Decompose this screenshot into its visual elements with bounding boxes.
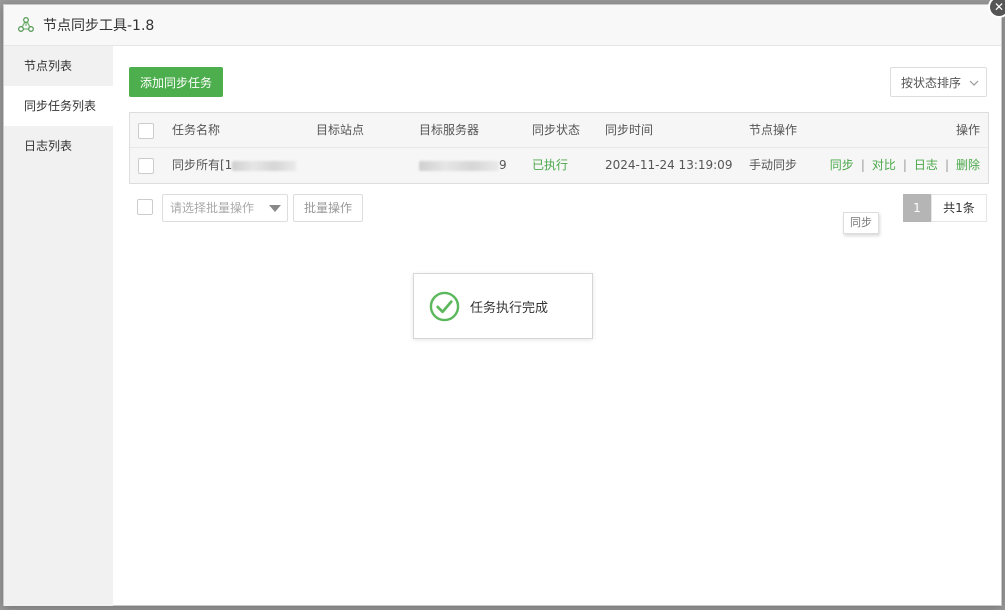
compare-action-link[interactable]: 对比 — [872, 158, 896, 172]
redacted-text — [419, 160, 499, 171]
header-target-server: 目标服务器 — [419, 123, 480, 137]
sync-tool-dialog: 节点同步工具-1.8 ✕ 节点列表 同步任务列表 日志列表 添加同步任务 按状态… — [3, 0, 1005, 606]
sidebar-item-label: 同步任务列表 — [24, 99, 97, 113]
header-sync-status: 同步状态 — [532, 123, 581, 137]
sidebar-item-node-list[interactable]: 节点列表 — [4, 46, 113, 86]
main-content: 添加同步任务 按状态排序 任务名称 目标站点 目标服务器 同步状态 同步时间 节… — [113, 46, 1001, 605]
header-task-name: 任务名称 — [172, 123, 221, 137]
select-all-checkbox[interactable] — [138, 123, 154, 139]
sync-tooltip: 同步 — [843, 212, 879, 234]
dialog-title: 节点同步工具-1.8 — [43, 18, 155, 34]
action-separator: | — [944, 158, 949, 172]
target-server-suffix: 9 — [499, 158, 507, 172]
log-action-link[interactable]: 日志 — [914, 158, 938, 172]
task-name-text: 同步所有[1 — [172, 158, 233, 172]
header-target-site: 目标站点 — [316, 123, 365, 137]
action-separator: | — [902, 158, 907, 172]
batch-operation-select[interactable]: 请选择批量操作 — [162, 194, 288, 222]
status-badge: 已执行 — [532, 158, 569, 172]
sidebar-item-label: 节点列表 — [24, 59, 73, 73]
toast-message: 任务执行完成 — [470, 300, 549, 316]
dialog-titlebar: 节点同步工具-1.8 — [4, 5, 1001, 46]
sidebar-item-sync-task-list[interactable]: 同步任务列表 — [4, 86, 113, 126]
sync-action-link[interactable]: 同步 — [830, 158, 854, 172]
page-number-button[interactable]: 1 — [903, 194, 931, 222]
row-checkbox[interactable] — [138, 158, 154, 174]
table-header-row: 任务名称 目标站点 目标服务器 同步状态 同步时间 节点操作 操作 — [130, 113, 988, 148]
add-sync-task-button[interactable]: 添加同步任务 — [129, 67, 223, 97]
batch-select-all-checkbox[interactable] — [137, 199, 153, 215]
sort-by-status-select[interactable]: 按状态排序 — [890, 67, 987, 97]
header-actions: 操作 — [955, 123, 980, 137]
chevron-down-icon — [969, 80, 979, 86]
redacted-text — [232, 160, 297, 171]
sidebar-item-label: 日志列表 — [24, 139, 73, 153]
sidebar: 节点列表 同步任务列表 日志列表 — [4, 46, 113, 606]
sync-time-cell: 2024-11-24 13:19:09 — [605, 158, 733, 172]
node-op-cell: 手动同步 — [749, 158, 798, 172]
header-node-op: 节点操作 — [749, 123, 798, 137]
action-separator: | — [860, 158, 865, 172]
node-sync-logo-icon — [18, 17, 34, 32]
batch-select-placeholder: 请选择批量操作 — [170, 201, 255, 215]
check-circle-icon — [429, 291, 460, 321]
target-server-cell: 9 — [419, 148, 507, 183]
table-row: 同步所有[1 9 已执行 2024-11-24 13:19:09 手动同步 同步… — [130, 148, 988, 183]
sidebar-item-log-list[interactable]: 日志列表 — [4, 126, 113, 166]
pagination: 1 共1条 — [903, 194, 987, 222]
sort-select-label: 按状态排序 — [901, 75, 962, 90]
task-complete-toast: 任务执行完成 — [413, 273, 593, 339]
task-name-cell: 同步所有[1 — [172, 148, 297, 183]
close-icon: ✕ — [993, 0, 1005, 14]
caret-down-icon — [269, 205, 281, 212]
batch-operation-button[interactable]: 批量操作 — [293, 194, 363, 222]
header-sync-time: 同步时间 — [605, 123, 654, 137]
delete-action-link[interactable]: 删除 — [956, 158, 980, 172]
row-actions: 同步 | 对比 | 日志 | 删除 — [830, 148, 980, 183]
sync-task-table: 任务名称 目标站点 目标服务器 同步状态 同步时间 节点操作 操作 同步所有[1… — [129, 112, 989, 184]
total-count: 共1条 — [931, 194, 987, 222]
